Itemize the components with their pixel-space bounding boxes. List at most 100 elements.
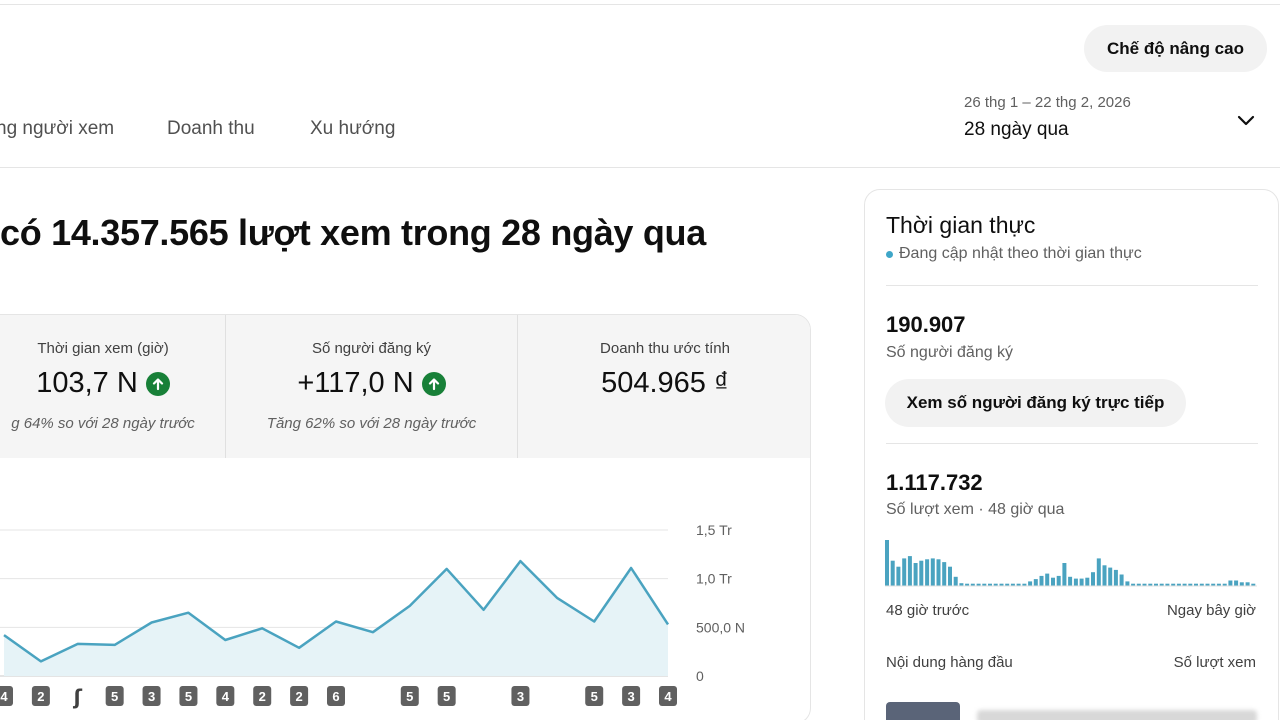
advanced-mode-button[interactable]: Chế độ nâng cao bbox=[1084, 25, 1267, 72]
subscribers-count: 190.907 bbox=[886, 312, 966, 337]
stat-comparison: g 64% so với 28 ngày trước bbox=[11, 415, 195, 432]
arrow-up-icon bbox=[145, 371, 170, 396]
hourly-bar[interactable] bbox=[1228, 580, 1233, 587]
hourly-bar[interactable] bbox=[896, 566, 901, 586]
stat-value-text: 103,7 N bbox=[36, 367, 138, 399]
live-subscribers-button[interactable]: Xem số người đăng ký trực tiếp bbox=[885, 379, 1186, 427]
hourly-bar[interactable] bbox=[930, 558, 935, 586]
y-tick-label: 0 bbox=[696, 668, 704, 684]
video-marker-count: 4 bbox=[0, 689, 8, 704]
video-marker-count: 2 bbox=[259, 689, 266, 704]
y-tick-label: 1,0 Tr bbox=[696, 571, 732, 587]
shorts-icon[interactable]: ʃ bbox=[73, 685, 83, 709]
hourly-bar[interactable] bbox=[902, 558, 907, 586]
video-thumbnail[interactable] bbox=[886, 702, 960, 720]
video-marker-count: 3 bbox=[627, 689, 634, 704]
stat-value: 504.965 ₫ bbox=[518, 367, 810, 400]
hourly-bar[interactable] bbox=[1079, 578, 1084, 586]
hourly-bar[interactable] bbox=[942, 562, 947, 586]
tab-audience[interactable]: ng người xem bbox=[0, 118, 114, 140]
video-marker-count: 3 bbox=[517, 689, 524, 704]
hourly-bar[interactable] bbox=[1108, 567, 1113, 586]
divider bbox=[886, 285, 1258, 286]
live-dot-icon bbox=[886, 250, 893, 258]
date-range-selector[interactable]: 26 thg 1 – 22 thg 2, 2026 28 ngày qua bbox=[964, 94, 1131, 141]
hourly-bar[interactable] bbox=[1039, 575, 1044, 586]
video-marker-count: 3 bbox=[148, 689, 155, 704]
stats-row: Thời gian xem (giờ) 103,7 N g 64% so với… bbox=[0, 315, 810, 458]
hourly-bar[interactable] bbox=[890, 560, 895, 586]
stat-value: +117,0 N bbox=[226, 367, 517, 400]
hourly-bar[interactable] bbox=[885, 540, 889, 586]
realtime-card: Thời gian thực Đang cập nhật theo thời g… bbox=[864, 189, 1279, 720]
video-title-row[interactable] bbox=[977, 710, 1257, 720]
hourly-bar[interactable] bbox=[1073, 578, 1078, 586]
hourly-bar[interactable] bbox=[1051, 577, 1055, 586]
hourly-bar[interactable] bbox=[1028, 581, 1033, 586]
hourly-bar[interactable] bbox=[1068, 576, 1073, 586]
realtime-status: Đang cập nhật theo thời gian thực bbox=[886, 245, 1142, 263]
hourly-bar[interactable] bbox=[1033, 579, 1038, 586]
video-marker-count: 4 bbox=[222, 689, 230, 704]
views-count: 1.117.732 bbox=[886, 470, 983, 495]
subscribers-label: Số người đăng ký bbox=[886, 344, 1014, 361]
y-tick-label: 500,0 N bbox=[696, 619, 745, 635]
hourly-bar[interactable] bbox=[953, 576, 958, 586]
stat-value-text: 504.965 ₫ bbox=[601, 367, 729, 399]
hourly-bar[interactable] bbox=[1056, 575, 1061, 586]
views-label: Số lượt xem · 48 giờ qua bbox=[886, 501, 1065, 518]
axis-start-label: 48 giờ trước bbox=[886, 602, 970, 619]
stat-comparison: Tăng 62% so với 28 ngày trước bbox=[266, 415, 477, 432]
y-tick-label: 1,5 Tr bbox=[696, 522, 732, 538]
date-range-period: 26 thg 1 – 22 thg 2, 2026 bbox=[964, 94, 1131, 111]
top-border bbox=[0, 4, 1280, 5]
axis-end-label: Ngay bây giờ bbox=[1166, 602, 1256, 619]
stat-label: Số người đăng ký bbox=[311, 340, 432, 357]
hourly-bar[interactable] bbox=[948, 566, 952, 586]
hourly-views-chart[interactable] bbox=[885, 540, 1257, 592]
stat-subscribers[interactable]: Số người đăng ký +117,0 N Tăng 62% so vớ… bbox=[226, 315, 517, 458]
video-marker-count: 6 bbox=[332, 689, 339, 704]
page-headline: có 14.357.565 lượt xem trong 28 ngày qua bbox=[0, 212, 706, 253]
hourly-bar[interactable] bbox=[919, 560, 924, 586]
hourly-bar[interactable] bbox=[925, 559, 930, 586]
video-marker-count: 5 bbox=[406, 689, 413, 704]
realtime-status-text: Đang cập nhật theo thời gian thực bbox=[899, 245, 1142, 262]
hourly-bar[interactable] bbox=[1245, 582, 1250, 586]
video-marker-count: 5 bbox=[185, 689, 192, 704]
hourly-bar[interactable] bbox=[1239, 582, 1244, 586]
realtime-title: Thời gian thực bbox=[886, 212, 1036, 238]
stat-revenue[interactable]: Doanh thu ước tính 504.965 ₫ bbox=[518, 315, 810, 458]
hourly-bar[interactable] bbox=[1091, 572, 1095, 586]
views-column-header: Số lượt xem bbox=[1173, 654, 1256, 671]
header-divider bbox=[0, 167, 1280, 168]
stat-value-text: +117,0 N bbox=[297, 367, 414, 399]
hourly-bar[interactable] bbox=[907, 556, 912, 586]
top-content-header: Nội dung hàng đầu bbox=[886, 654, 1013, 671]
hourly-bar[interactable] bbox=[1085, 577, 1090, 586]
hourly-bar[interactable] bbox=[1119, 574, 1124, 587]
hourly-bar[interactable] bbox=[913, 563, 918, 586]
video-marker-count: 5 bbox=[443, 689, 450, 704]
arrow-up-icon bbox=[421, 371, 446, 396]
video-marker-count: 5 bbox=[111, 689, 118, 704]
hourly-bar[interactable] bbox=[1113, 569, 1118, 586]
hourly-bar[interactable] bbox=[1045, 573, 1050, 586]
hourly-bar[interactable] bbox=[1062, 563, 1067, 586]
hourly-bar[interactable] bbox=[1234, 580, 1239, 587]
stat-value: 103,7 N bbox=[0, 367, 225, 400]
tab-trends[interactable]: Xu hướng bbox=[310, 118, 395, 140]
video-marker-count: 4 bbox=[664, 689, 672, 704]
hourly-bar[interactable] bbox=[1096, 558, 1101, 586]
chevron-down-icon[interactable] bbox=[1234, 108, 1258, 132]
hourly-bar[interactable] bbox=[1102, 565, 1107, 586]
hourly-bar[interactable] bbox=[936, 559, 941, 586]
video-marker-count: 5 bbox=[591, 689, 598, 704]
stat-label: Doanh thu ước tính bbox=[600, 340, 730, 357]
views-chart[interactable]: 1,5 Tr 1,0 Tr 500,0 N 0 4 2 ʃ 5 3 5 4 2 2 6 5 5 3 5 3 4 bbox=[0, 470, 760, 720]
tab-revenue[interactable]: Doanh thu bbox=[167, 118, 255, 140]
stat-label: Thời gian xem (giờ) bbox=[37, 340, 169, 357]
video-marker-count: 2 bbox=[295, 689, 302, 704]
stat-watch-time[interactable]: Thời gian xem (giờ) 103,7 N g 64% so với… bbox=[0, 315, 225, 458]
hourly-bar[interactable] bbox=[1125, 581, 1130, 586]
